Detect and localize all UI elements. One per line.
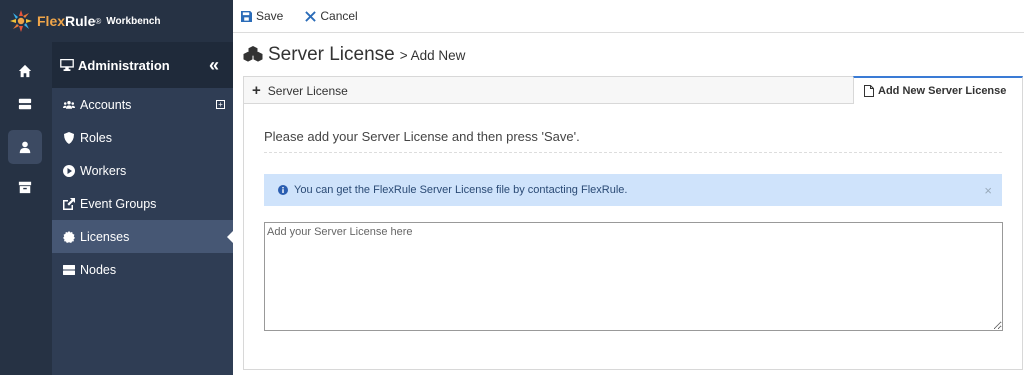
sidebar-item-label: Accounts xyxy=(80,97,132,112)
sidebar-title: Administration xyxy=(78,57,170,73)
shield-icon xyxy=(62,131,75,144)
page-title-text: Server License xyxy=(268,44,395,65)
icon-rail xyxy=(0,42,52,375)
admin-rail-button[interactable] xyxy=(8,130,42,164)
tab-panel: Please add your Server License and then … xyxy=(243,104,1023,370)
page-subtitle: > Add New xyxy=(399,47,466,63)
tab-server-license-label: Server License xyxy=(267,83,348,98)
tab-bar: + Server License Add New Server License xyxy=(243,76,1023,105)
users-icon xyxy=(62,99,75,111)
alert-close-button[interactable]: × xyxy=(984,183,992,198)
floppy-disk-icon xyxy=(241,10,252,22)
tab-add-new-server-license[interactable]: Add New Server License xyxy=(853,76,1023,105)
sidebar-item-roles[interactable]: Roles xyxy=(52,121,233,154)
sidebar-item-label: Workers xyxy=(80,163,127,178)
page-title: Server License > Add New xyxy=(243,44,465,66)
archive-icon xyxy=(18,181,32,194)
info-circle-icon xyxy=(278,185,288,195)
info-alert-text: You can get the FlexRule Server License … xyxy=(294,184,628,196)
sidebar-item-event-groups[interactable]: Event Groups xyxy=(52,187,233,220)
save-button[interactable]: Save xyxy=(241,9,283,23)
expand-plus-icon[interactable]: + xyxy=(216,100,225,109)
sidebar-item-accounts[interactable]: Accounts + xyxy=(52,88,233,121)
save-button-label: Save xyxy=(256,9,284,23)
cancel-button-label: Cancel xyxy=(320,9,358,23)
server-license-textarea[interactable] xyxy=(264,222,1003,331)
info-alert: You can get the FlexRule Server License … xyxy=(264,174,1002,206)
cubes-icon xyxy=(243,46,263,62)
sidebar-item-workers[interactable]: Workers xyxy=(52,154,233,187)
file-icon xyxy=(864,85,874,97)
server-icon xyxy=(62,264,75,276)
sidebar-header: Administration « xyxy=(52,42,233,88)
play-circle-icon xyxy=(62,164,75,177)
main-content: Save Cancel Server License > Add New + S… xyxy=(233,0,1024,375)
brand-product-name: Workbench xyxy=(106,15,161,27)
sidebar-item-label: Event Groups xyxy=(80,196,157,211)
plus-icon: + xyxy=(252,82,261,99)
certificate-icon xyxy=(62,230,75,243)
sidebar-item-licenses[interactable]: Licenses xyxy=(52,220,233,253)
home-rail-button[interactable] xyxy=(8,54,42,88)
instruction-text: Please add your Server License and then … xyxy=(264,129,580,144)
sidebar-item-label: Nodes xyxy=(80,262,117,277)
tab-add-new-label: Add New Server License xyxy=(878,85,1007,97)
toolbar: Save Cancel xyxy=(233,0,1024,33)
home-icon xyxy=(18,64,32,78)
close-icon xyxy=(305,10,317,22)
flexrule-logo-icon xyxy=(10,10,32,32)
collapse-sidebar-button[interactable]: « xyxy=(209,56,219,74)
data-rail-button[interactable] xyxy=(8,87,42,121)
divider xyxy=(264,152,1002,153)
user-icon xyxy=(19,141,31,154)
sidebar-item-nodes[interactable]: Nodes xyxy=(52,253,233,286)
tab-server-license[interactable]: + Server License xyxy=(244,76,348,105)
brand-name-part1: Flex xyxy=(37,13,66,29)
sidebar: Administration « Accounts + Roles Worker… xyxy=(52,42,233,375)
brand-name-part2: Rule xyxy=(65,13,96,29)
cancel-button[interactable]: Cancel xyxy=(305,9,358,23)
brand-header: Flex Rule ® Workbench xyxy=(0,0,233,42)
brand-registered-mark: ® xyxy=(95,16,102,26)
sidebar-item-label: Licenses xyxy=(80,229,130,244)
archive-rail-button[interactable] xyxy=(8,170,42,204)
external-link-icon xyxy=(62,197,75,210)
monitor-icon xyxy=(60,59,74,71)
server-icon xyxy=(18,98,32,110)
sidebar-item-label: Roles xyxy=(80,130,112,145)
